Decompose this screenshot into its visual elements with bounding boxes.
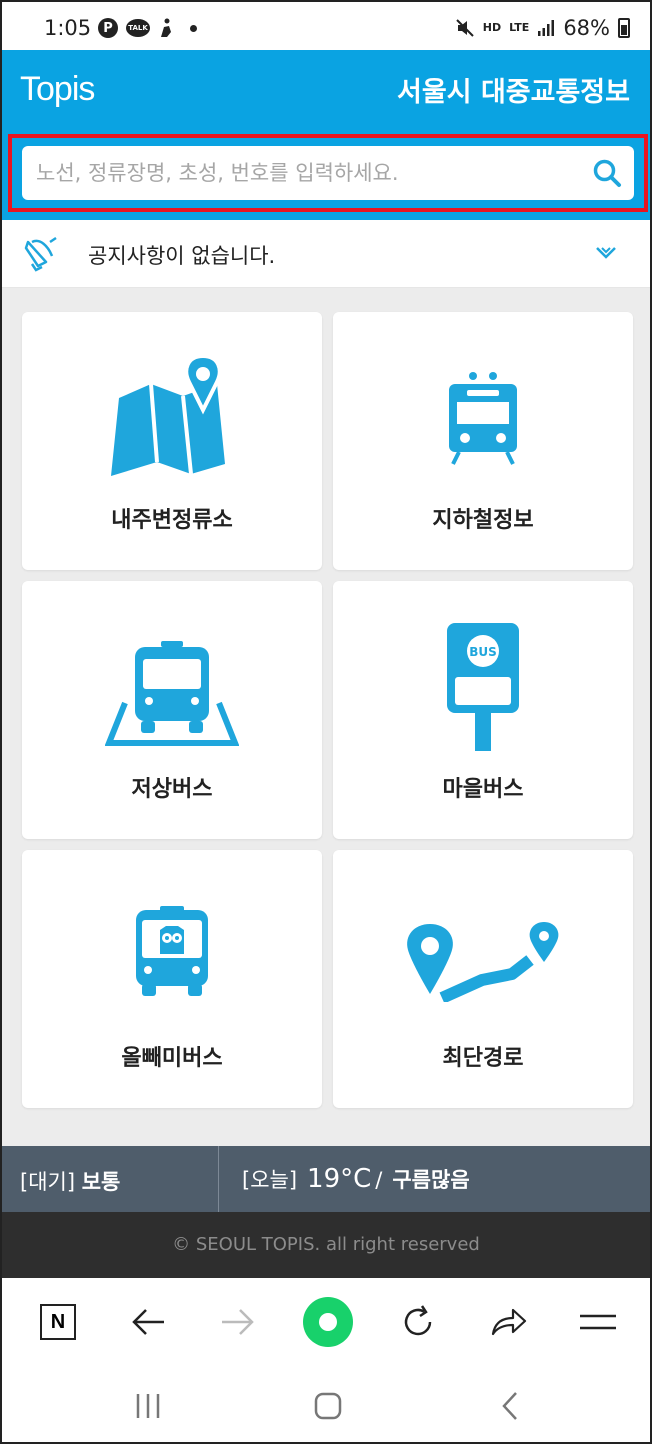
- recent-apps-icon[interactable]: [126, 1384, 170, 1428]
- status-bar: 1:05 P TALK HD LTE 68%: [2, 2, 650, 50]
- chevron-down-icon[interactable]: [594, 244, 618, 262]
- lte-icon: LTE: [509, 21, 530, 34]
- phone-screen: 1:05 P TALK HD LTE 68% Topis 서울시 대중교통정보: [0, 0, 652, 1444]
- naver-home-label: N: [40, 1304, 76, 1340]
- subway-icon: [449, 372, 517, 465]
- owl-bus-icon: [136, 906, 208, 996]
- page-title: 서울시 대중교통정보: [397, 77, 630, 108]
- notice-bar[interactable]: 공지사항이 없습니다.: [2, 220, 650, 288]
- temperature: 19°C: [307, 1164, 372, 1194]
- topis-logo[interactable]: Topis: [20, 70, 95, 109]
- footer-copyright: © SEOUL TOPIS. all right reserved: [2, 1212, 650, 1278]
- green-dot-icon[interactable]: [302, 1296, 354, 1348]
- menu-label: 최단경로: [442, 1046, 524, 1071]
- notice-text: 공지사항이 없습니다.: [88, 244, 276, 268]
- status-time: 1:05: [44, 16, 92, 40]
- weather-info: [오늘] 19°C / 구름많음: [242, 1164, 470, 1194]
- air-value: 보통: [81, 1170, 121, 1194]
- kakaotalk-icon: TALK: [126, 19, 150, 37]
- megaphone-icon: [24, 236, 57, 272]
- separator: /: [375, 1168, 383, 1192]
- forward-arrow-icon[interactable]: [216, 1300, 260, 1344]
- signal-icon: [537, 19, 555, 37]
- menu-grid: 내주변정류소 지하철정보 저상버스 BUS 마을버스 올빼미버스 최단경로: [2, 288, 650, 1146]
- menu-nearby-stops[interactable]: 내주변정류소: [22, 312, 322, 570]
- notification-dot-icon: [190, 24, 197, 32]
- air-label: [대기]: [20, 1170, 76, 1194]
- search-icon[interactable]: [592, 158, 622, 188]
- activity-icon: [158, 18, 174, 38]
- info-bar: [대기] 보통 [오늘] 19°C / 구름많음: [2, 1146, 650, 1212]
- bus-badge-text: BUS: [469, 645, 497, 659]
- menu-icon[interactable]: [576, 1300, 620, 1344]
- naver-home-icon[interactable]: N: [36, 1300, 80, 1344]
- browser-toolbar: N: [2, 1278, 650, 1364]
- air-quality: [대기] 보통: [20, 1166, 120, 1196]
- menu-low-floor-bus[interactable]: 저상버스: [22, 581, 322, 839]
- menu-village-bus[interactable]: BUS 마을버스: [333, 581, 633, 839]
- route-icon: [407, 922, 559, 1002]
- refresh-icon[interactable]: [396, 1300, 440, 1344]
- search-highlight-box: [8, 134, 648, 212]
- mute-icon: [455, 18, 475, 38]
- home-icon[interactable]: [306, 1384, 350, 1428]
- menu-label: 마을버스: [442, 777, 524, 802]
- system-nav-bar: [2, 1364, 650, 1442]
- hd-voice-icon: HD: [482, 21, 502, 34]
- menu-label: 지하철정보: [432, 508, 534, 533]
- today-label: [오늘]: [242, 1168, 298, 1192]
- menu-owl-bus[interactable]: 올빼미버스: [22, 850, 322, 1108]
- map-pin-icon: [111, 354, 225, 476]
- menu-subway-info[interactable]: 지하철정보: [333, 312, 633, 570]
- bus-stop-icon: BUS: [447, 623, 519, 751]
- pinterest-icon: P: [98, 18, 118, 38]
- battery-icon: [618, 18, 630, 38]
- battery-percent: 68%: [563, 16, 610, 40]
- menu-label: 올빼미버스: [121, 1046, 223, 1071]
- menu-label: 내주변정류소: [111, 508, 233, 533]
- back-icon[interactable]: [488, 1384, 532, 1428]
- back-arrow-icon[interactable]: [126, 1300, 170, 1344]
- divider: [218, 1146, 219, 1212]
- search-bar[interactable]: [22, 146, 634, 200]
- share-icon[interactable]: [486, 1300, 530, 1344]
- menu-shortest-route[interactable]: 최단경로: [333, 850, 633, 1108]
- menu-label: 저상버스: [131, 777, 213, 802]
- weather-condition: 구름많음: [392, 1168, 470, 1192]
- search-input[interactable]: [36, 146, 576, 200]
- low-floor-bus-icon: [105, 641, 239, 746]
- app-header: Topis 서울시 대중교통정보: [2, 50, 650, 220]
